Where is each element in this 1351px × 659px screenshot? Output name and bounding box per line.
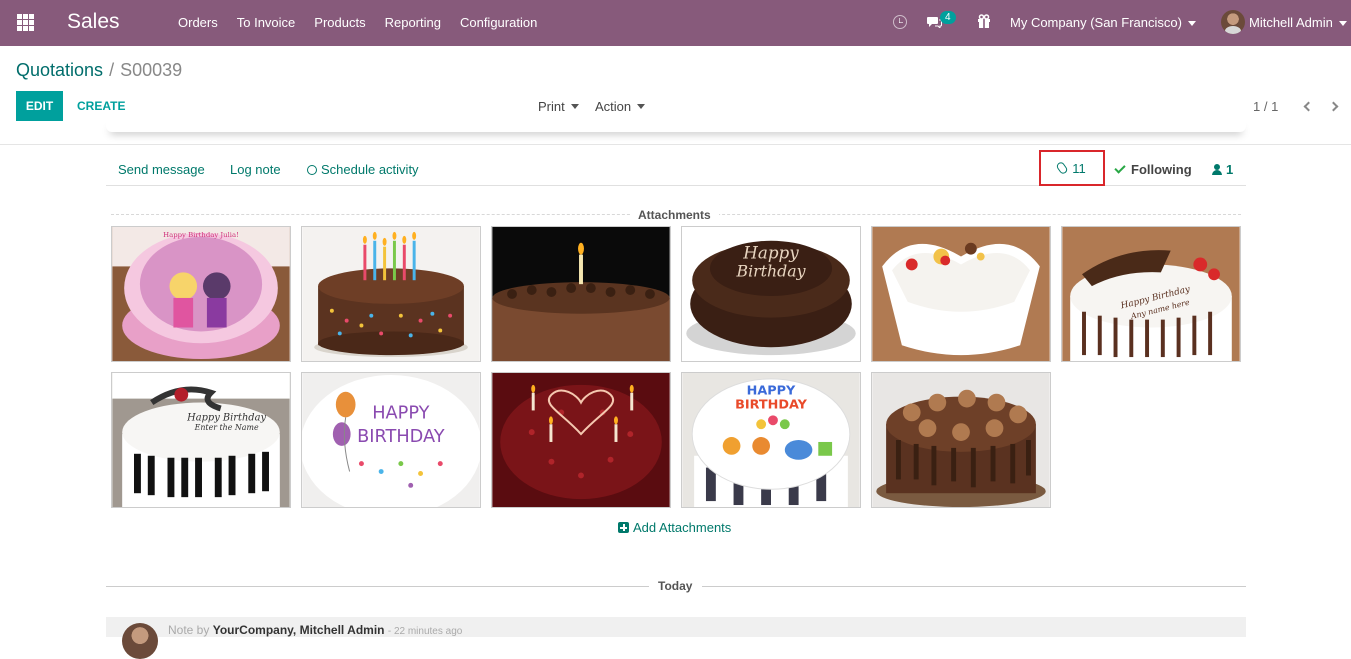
author-avatar[interactable]: [122, 623, 158, 659]
following-label: Following: [1131, 162, 1192, 177]
breadcrumb: Quotations / S00039: [16, 60, 182, 81]
attachment-thumbnail[interactable]: HAPPY BIRTHDAY: [681, 372, 861, 508]
attachment-thumbnail[interactable]: [871, 372, 1051, 508]
attachments-button[interactable]: 11: [1039, 150, 1105, 186]
user-name: Mitchell Admin: [1249, 15, 1333, 30]
cake-10-caption-2: BIRTHDAY: [735, 397, 808, 412]
message-header: Note by YourCompany, Mitchell Admin - 22…: [168, 623, 462, 637]
edit-button[interactable]: EDIT: [16, 91, 63, 121]
cake-7-caption-2: Enter the Name: [194, 423, 259, 432]
divider: [0, 144, 1351, 145]
menu-products[interactable]: Products: [314, 15, 365, 30]
cake-image: HAPPY BIRTHDAY: [682, 373, 860, 507]
activity-clock-icon[interactable]: [893, 15, 907, 29]
breadcrumb-quotations[interactable]: Quotations: [16, 60, 103, 80]
print-dropdown[interactable]: Print: [538, 99, 579, 114]
cake-image: [872, 373, 1050, 507]
attachment-thumbnail[interactable]: HAPPY BIRTHDAY: [301, 372, 481, 508]
top-navbar: Sales Orders To Invoice Products Reporti…: [0, 0, 1351, 46]
user-icon: [1212, 164, 1222, 175]
cake-image: [492, 227, 670, 361]
main-menu: Orders To Invoice Products Reporting Con…: [178, 15, 556, 30]
attachment-thumbnail[interactable]: [301, 226, 481, 362]
chevron-down-icon: [1338, 21, 1347, 27]
followers-count: 1: [1226, 162, 1234, 177]
cake-image: Happy Birthday Enter the Name: [112, 373, 290, 507]
chevron-down-icon: [570, 103, 579, 109]
chevron-right-icon: [1328, 101, 1339, 112]
paperclip-icon: [1055, 160, 1069, 176]
cake-1-caption: Happy Birthday Julia!: [163, 231, 239, 239]
print-label: Print: [538, 99, 565, 114]
send-message-button[interactable]: Send message: [118, 162, 205, 177]
clock-icon: [307, 165, 317, 175]
attachment-thumbnail[interactable]: Happy Birthday Julia!: [111, 226, 291, 362]
action-label: Action: [595, 99, 632, 114]
log-note-button[interactable]: Log note: [230, 162, 281, 177]
check-icon: [1114, 162, 1126, 174]
followers-button[interactable]: 1: [1212, 162, 1233, 177]
following-button[interactable]: Following: [1114, 162, 1192, 177]
date-separator: Today: [658, 579, 693, 593]
cake-image: [872, 227, 1050, 361]
attachment-thumbnail[interactable]: Happy Birthday Enter the Name: [111, 372, 291, 508]
cake-8-caption-1: HAPPY: [372, 403, 429, 423]
menu-configuration[interactable]: Configuration: [460, 15, 537, 30]
breadcrumb-current: S00039: [120, 60, 183, 80]
chevron-down-icon: [1187, 21, 1196, 27]
add-attachments-label: Add Attachments: [633, 520, 732, 535]
attachment-thumbnail[interactable]: [491, 372, 671, 508]
message-time: - 22 minutes ago: [387, 626, 463, 637]
today-divider-left: [106, 586, 649, 587]
user-avatar[interactable]: [1221, 10, 1245, 34]
attachment-thumbnail[interactable]: Happy Birthday: [681, 226, 861, 362]
cake-4-caption-2: Birthday: [736, 261, 807, 280]
apps-menu-icon[interactable]: [17, 14, 34, 31]
cake-image: [302, 227, 480, 361]
cake-4-caption-1: Happy: [742, 243, 799, 263]
gift-icon[interactable]: [977, 14, 991, 28]
menu-reporting[interactable]: Reporting: [385, 15, 441, 30]
chatter-message: Note by YourCompany, Mitchell Admin - 22…: [106, 617, 1246, 659]
chevron-left-icon: [1303, 101, 1314, 112]
message-prefix: Note by: [168, 623, 210, 637]
schedule-activity-label: Schedule activity: [321, 162, 419, 177]
company-name: My Company (San Francisco): [1010, 15, 1182, 30]
menu-to-invoice[interactable]: To Invoice: [237, 15, 296, 30]
cake-image: Happy Birthday: [682, 227, 860, 361]
chevron-down-icon: [637, 103, 646, 109]
pager-previous-button[interactable]: [1302, 100, 1314, 112]
pager-next-button[interactable]: [1328, 100, 1340, 112]
cake-10-caption-1: HAPPY: [747, 384, 796, 399]
attachments-title: Attachments: [630, 208, 719, 222]
pager-value[interactable]: 1 / 1: [1253, 99, 1278, 114]
user-menu[interactable]: Mitchell Admin: [1249, 15, 1347, 30]
messages-count-badge: 4: [940, 11, 956, 24]
attachments-count: 11: [1072, 160, 1086, 176]
menu-orders[interactable]: Orders: [178, 15, 218, 30]
company-switcher[interactable]: My Company (San Francisco): [1010, 15, 1196, 30]
today-divider-right: [702, 586, 1246, 587]
message-author[interactable]: YourCompany, Mitchell Admin: [213, 623, 385, 637]
plus-square-icon: [618, 522, 629, 533]
attachment-thumbnail[interactable]: Happy Birthday Any name here: [1061, 226, 1241, 362]
create-button[interactable]: CREATE: [77, 99, 125, 113]
breadcrumb-separator: /: [109, 60, 115, 80]
form-sheet-bottom: [106, 118, 1246, 132]
attachment-thumbnail[interactable]: [871, 226, 1051, 362]
attachment-thumbnail[interactable]: [491, 226, 671, 362]
chatter-topbar: Send message Log note Schedule activity …: [106, 150, 1246, 186]
add-attachments-button[interactable]: Add Attachments: [618, 520, 731, 535]
cake-image: Happy Birthday Julia!: [112, 227, 290, 361]
action-dropdown[interactable]: Action: [595, 99, 646, 114]
cake-8-caption-2: BIRTHDAY: [357, 427, 445, 447]
app-brand[interactable]: Sales: [67, 10, 120, 34]
schedule-activity-button[interactable]: Schedule activity: [307, 162, 419, 177]
cake-7-caption-1: Happy Birthday: [186, 412, 266, 423]
cake-image: [492, 373, 670, 507]
cake-image: HAPPY BIRTHDAY: [302, 373, 480, 507]
cake-image: Happy Birthday Any name here: [1062, 227, 1240, 361]
